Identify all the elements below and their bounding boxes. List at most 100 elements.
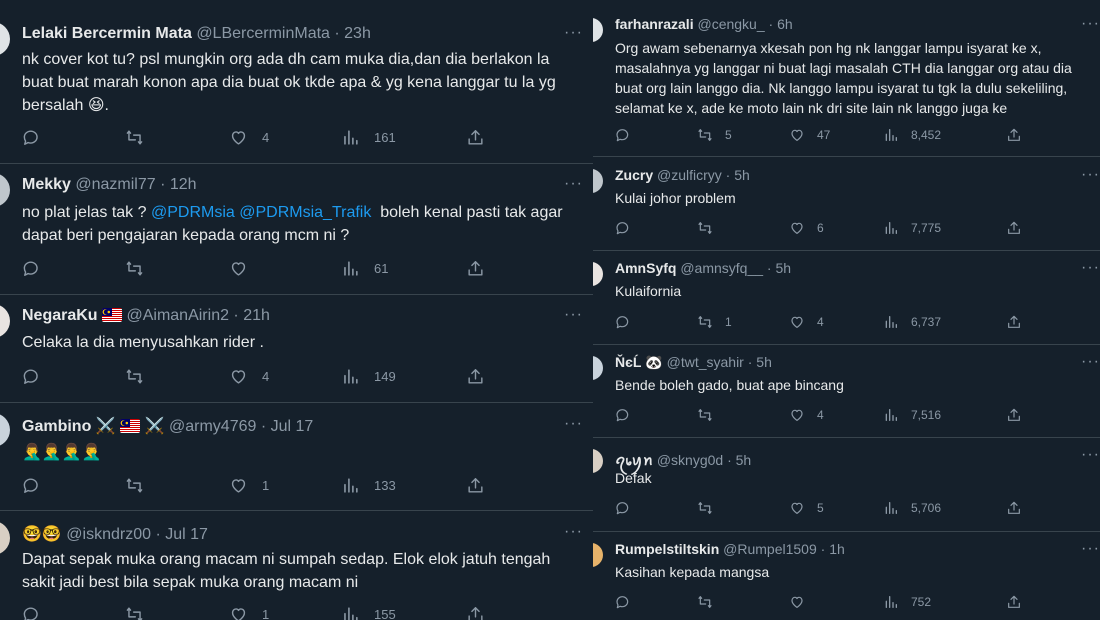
avatar[interactable] bbox=[0, 521, 10, 555]
more-icon[interactable]: ··· bbox=[1081, 446, 1100, 464]
more-icon[interactable]: ··· bbox=[564, 24, 583, 42]
more-icon[interactable]: ··· bbox=[564, 306, 583, 324]
display-name[interactable]: NegaraKu bbox=[22, 307, 98, 324]
views-button[interactable]: 149 bbox=[341, 367, 396, 386]
retweet-button[interactable] bbox=[125, 476, 158, 495]
reply-button[interactable] bbox=[615, 220, 643, 236]
avatar[interactable] bbox=[593, 356, 603, 380]
more-icon[interactable]: ··· bbox=[564, 175, 583, 193]
display-name[interactable]: Gambino bbox=[22, 418, 91, 435]
retweet-button[interactable] bbox=[125, 605, 158, 620]
timestamp[interactable]: 6h bbox=[777, 16, 793, 32]
views-button[interactable]: 8,452 bbox=[883, 127, 941, 143]
retweet-button[interactable]: 5 bbox=[697, 127, 732, 143]
avatar[interactable] bbox=[0, 22, 10, 56]
share-button[interactable] bbox=[1006, 220, 1022, 236]
reply-button[interactable] bbox=[22, 367, 55, 386]
like-button[interactable]: 5 bbox=[789, 500, 824, 516]
reply-button[interactable] bbox=[615, 407, 643, 423]
timestamp[interactable]: 12h bbox=[170, 176, 197, 193]
avatar[interactable] bbox=[593, 169, 603, 193]
display-name[interactable]: 🤓🤓 bbox=[22, 526, 62, 543]
share-button[interactable] bbox=[1006, 314, 1022, 330]
like-button[interactable] bbox=[229, 259, 262, 278]
display-name[interactable]: AmnSyfq bbox=[615, 260, 676, 276]
username[interactable]: @amnsyfq__ bbox=[680, 260, 763, 276]
username[interactable]: @twt_syahir bbox=[667, 354, 744, 370]
views-button[interactable]: 6,737 bbox=[883, 314, 941, 330]
username[interactable]: @sknyg0d bbox=[657, 452, 723, 468]
username[interactable]: @Rumpel1509 bbox=[723, 541, 817, 557]
avatar[interactable] bbox=[593, 18, 603, 42]
timestamp[interactable]: 5h bbox=[736, 452, 752, 468]
share-button[interactable] bbox=[1006, 127, 1022, 143]
timestamp[interactable]: 1h bbox=[829, 541, 845, 557]
username[interactable]: @AimanAirin2 bbox=[126, 307, 229, 324]
retweet-button[interactable] bbox=[697, 500, 725, 516]
mention-link[interactable]: @PDRMsia_Trafik bbox=[239, 204, 371, 221]
reply-button[interactable] bbox=[615, 594, 643, 610]
display-name[interactable]: ꪖ᥇ꪗꪀ bbox=[615, 452, 653, 468]
share-button[interactable] bbox=[466, 476, 485, 495]
avatar[interactable] bbox=[0, 173, 10, 207]
mention-link[interactable]: @PDRMsia bbox=[151, 204, 235, 221]
like-button[interactable]: 4 bbox=[229, 128, 269, 147]
reply-button[interactable] bbox=[22, 605, 55, 620]
timestamp[interactable]: 5h bbox=[776, 260, 792, 276]
share-button[interactable] bbox=[1006, 407, 1022, 423]
like-button[interactable]: 4 bbox=[229, 367, 269, 386]
reply-button[interactable] bbox=[22, 128, 55, 147]
share-button[interactable] bbox=[466, 259, 485, 278]
views-button[interactable]: 155 bbox=[341, 605, 396, 620]
timestamp[interactable]: Jul 17 bbox=[271, 418, 314, 435]
views-button[interactable]: 7,775 bbox=[883, 220, 941, 236]
more-icon[interactable]: ··· bbox=[1081, 540, 1100, 558]
username[interactable]: @nazmil77 bbox=[75, 176, 155, 193]
timestamp[interactable]: Jul 17 bbox=[165, 526, 208, 543]
views-button[interactable]: 161 bbox=[341, 128, 396, 147]
display-name[interactable]: Zucry bbox=[615, 167, 653, 183]
share-button[interactable] bbox=[466, 367, 485, 386]
like-button[interactable] bbox=[789, 594, 817, 610]
reply-button[interactable] bbox=[22, 259, 55, 278]
more-icon[interactable]: ··· bbox=[564, 523, 583, 541]
more-icon[interactable]: ··· bbox=[1081, 166, 1100, 184]
avatar[interactable] bbox=[593, 449, 603, 473]
more-icon[interactable]: ··· bbox=[564, 415, 583, 433]
avatar[interactable] bbox=[0, 304, 10, 338]
like-button[interactable]: 6 bbox=[789, 220, 824, 236]
username[interactable]: @army4769 bbox=[169, 418, 256, 435]
like-button[interactable]: 47 bbox=[789, 127, 830, 143]
username[interactable]: @zulficryy bbox=[657, 167, 722, 183]
username[interactable]: @LBercerminMata bbox=[196, 25, 330, 42]
share-button[interactable] bbox=[1006, 500, 1022, 516]
avatar[interactable] bbox=[0, 413, 10, 447]
display-name[interactable]: farhanrazali bbox=[615, 16, 694, 32]
reply-button[interactable] bbox=[22, 476, 55, 495]
reply-button[interactable] bbox=[615, 127, 643, 143]
timestamp[interactable]: 23h bbox=[344, 25, 371, 42]
display-name[interactable]: Rumpelstiltskin bbox=[615, 541, 719, 557]
like-button[interactable]: 1 bbox=[229, 476, 269, 495]
retweet-button[interactable] bbox=[697, 220, 725, 236]
retweet-button[interactable] bbox=[125, 128, 158, 147]
reply-button[interactable] bbox=[615, 500, 643, 516]
reply-button[interactable] bbox=[615, 314, 643, 330]
views-button[interactable]: 5,706 bbox=[883, 500, 941, 516]
retweet-button[interactable] bbox=[125, 367, 158, 386]
username[interactable]: @cengku_ bbox=[697, 16, 764, 32]
more-icon[interactable]: ··· bbox=[1081, 15, 1100, 33]
retweet-button[interactable] bbox=[697, 407, 725, 423]
retweet-button[interactable]: 1 bbox=[697, 314, 732, 330]
display-name[interactable]: Lelaki Bercermin Mata bbox=[22, 25, 192, 42]
share-button[interactable] bbox=[466, 605, 485, 620]
share-button[interactable] bbox=[466, 128, 485, 147]
timestamp[interactable]: 5h bbox=[734, 167, 750, 183]
retweet-button[interactable] bbox=[125, 259, 158, 278]
like-button[interactable]: 1 bbox=[229, 605, 269, 620]
more-icon[interactable]: ··· bbox=[1081, 259, 1100, 277]
display-name[interactable]: Mekky bbox=[22, 176, 71, 193]
more-icon[interactable]: ··· bbox=[1081, 353, 1100, 371]
timestamp[interactable]: 21h bbox=[243, 307, 270, 324]
username[interactable]: @iskndrz00 bbox=[66, 526, 151, 543]
